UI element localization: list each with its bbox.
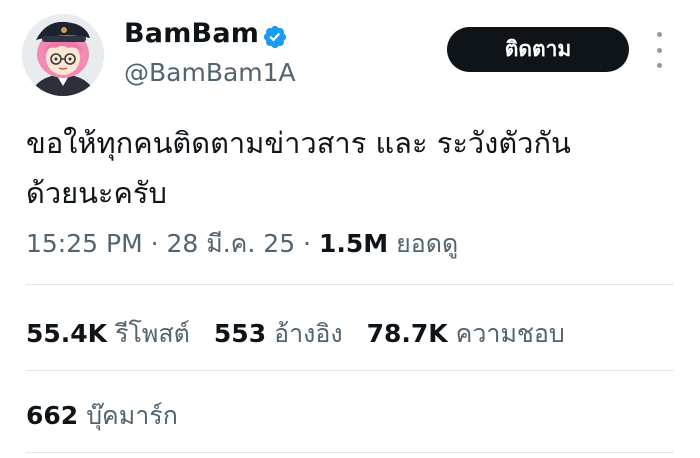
divider bbox=[26, 452, 674, 453]
author-handle[interactable]: @BamBam1A bbox=[124, 58, 296, 87]
quotes-label: อ้างอิง bbox=[274, 319, 343, 348]
bookmarks-count: 662 bbox=[26, 401, 79, 430]
tweet-date[interactable]: 28 มี.ค. 25 bbox=[166, 229, 295, 258]
more-options-icon[interactable] bbox=[648, 32, 670, 68]
likes-stat[interactable]: 78.7K ความชอบ bbox=[367, 314, 565, 354]
verified-badge-icon bbox=[263, 25, 287, 49]
more-dot bbox=[656, 32, 662, 37]
reposts-stat[interactable]: 55.4K รีโพสต์ bbox=[26, 314, 190, 354]
avatar-image bbox=[22, 14, 104, 96]
more-dot bbox=[656, 47, 662, 53]
likes-label: ความชอบ bbox=[455, 319, 565, 348]
meta-separator: · bbox=[142, 229, 167, 258]
tweet-time[interactable]: 15:25 PM bbox=[26, 229, 143, 258]
bookmarks-label: บุ๊คมาร์ก bbox=[86, 401, 178, 430]
reposts-label: รีโพสต์ bbox=[115, 319, 190, 348]
tweet-meta: 15:25 PM · 28 มี.ค. 25 · 1.5M ยอดดู bbox=[26, 224, 458, 264]
engagement-stats: 55.4K รีโพสต์ 553 อ้างอิง 78.7K ความชอบ bbox=[26, 314, 589, 354]
views-count: 1.5M bbox=[318, 229, 389, 258]
divider bbox=[26, 284, 674, 285]
quotes-count: 553 bbox=[213, 319, 267, 348]
avatar[interactable] bbox=[22, 14, 104, 96]
meta-separator: · bbox=[295, 229, 319, 258]
bookmarks-stat[interactable]: 662 บุ๊คมาร์ก bbox=[26, 396, 178, 436]
author-name[interactable]: BamBam bbox=[124, 18, 259, 49]
tweet-text: ขอให้ทุกคนติดตามข่าวสาร และ ระวังตัวกัน … bbox=[26, 118, 686, 218]
tweet-text-line-2: ด้วยนะครับ bbox=[26, 176, 167, 210]
likes-count: 78.7K bbox=[366, 319, 448, 348]
follow-button[interactable]: ติดตาม bbox=[447, 27, 629, 72]
views-label: ยอดดู bbox=[388, 229, 459, 258]
tweet-text-line-1: ขอให้ทุกคนติดตามข่าวสาร และ ระวังตัวกัน bbox=[26, 126, 571, 160]
reposts-count: 55.4K bbox=[26, 319, 108, 348]
divider bbox=[26, 370, 674, 371]
more-dot bbox=[656, 63, 662, 68]
quotes-stat[interactable]: 553 อ้างอิง bbox=[214, 314, 343, 354]
